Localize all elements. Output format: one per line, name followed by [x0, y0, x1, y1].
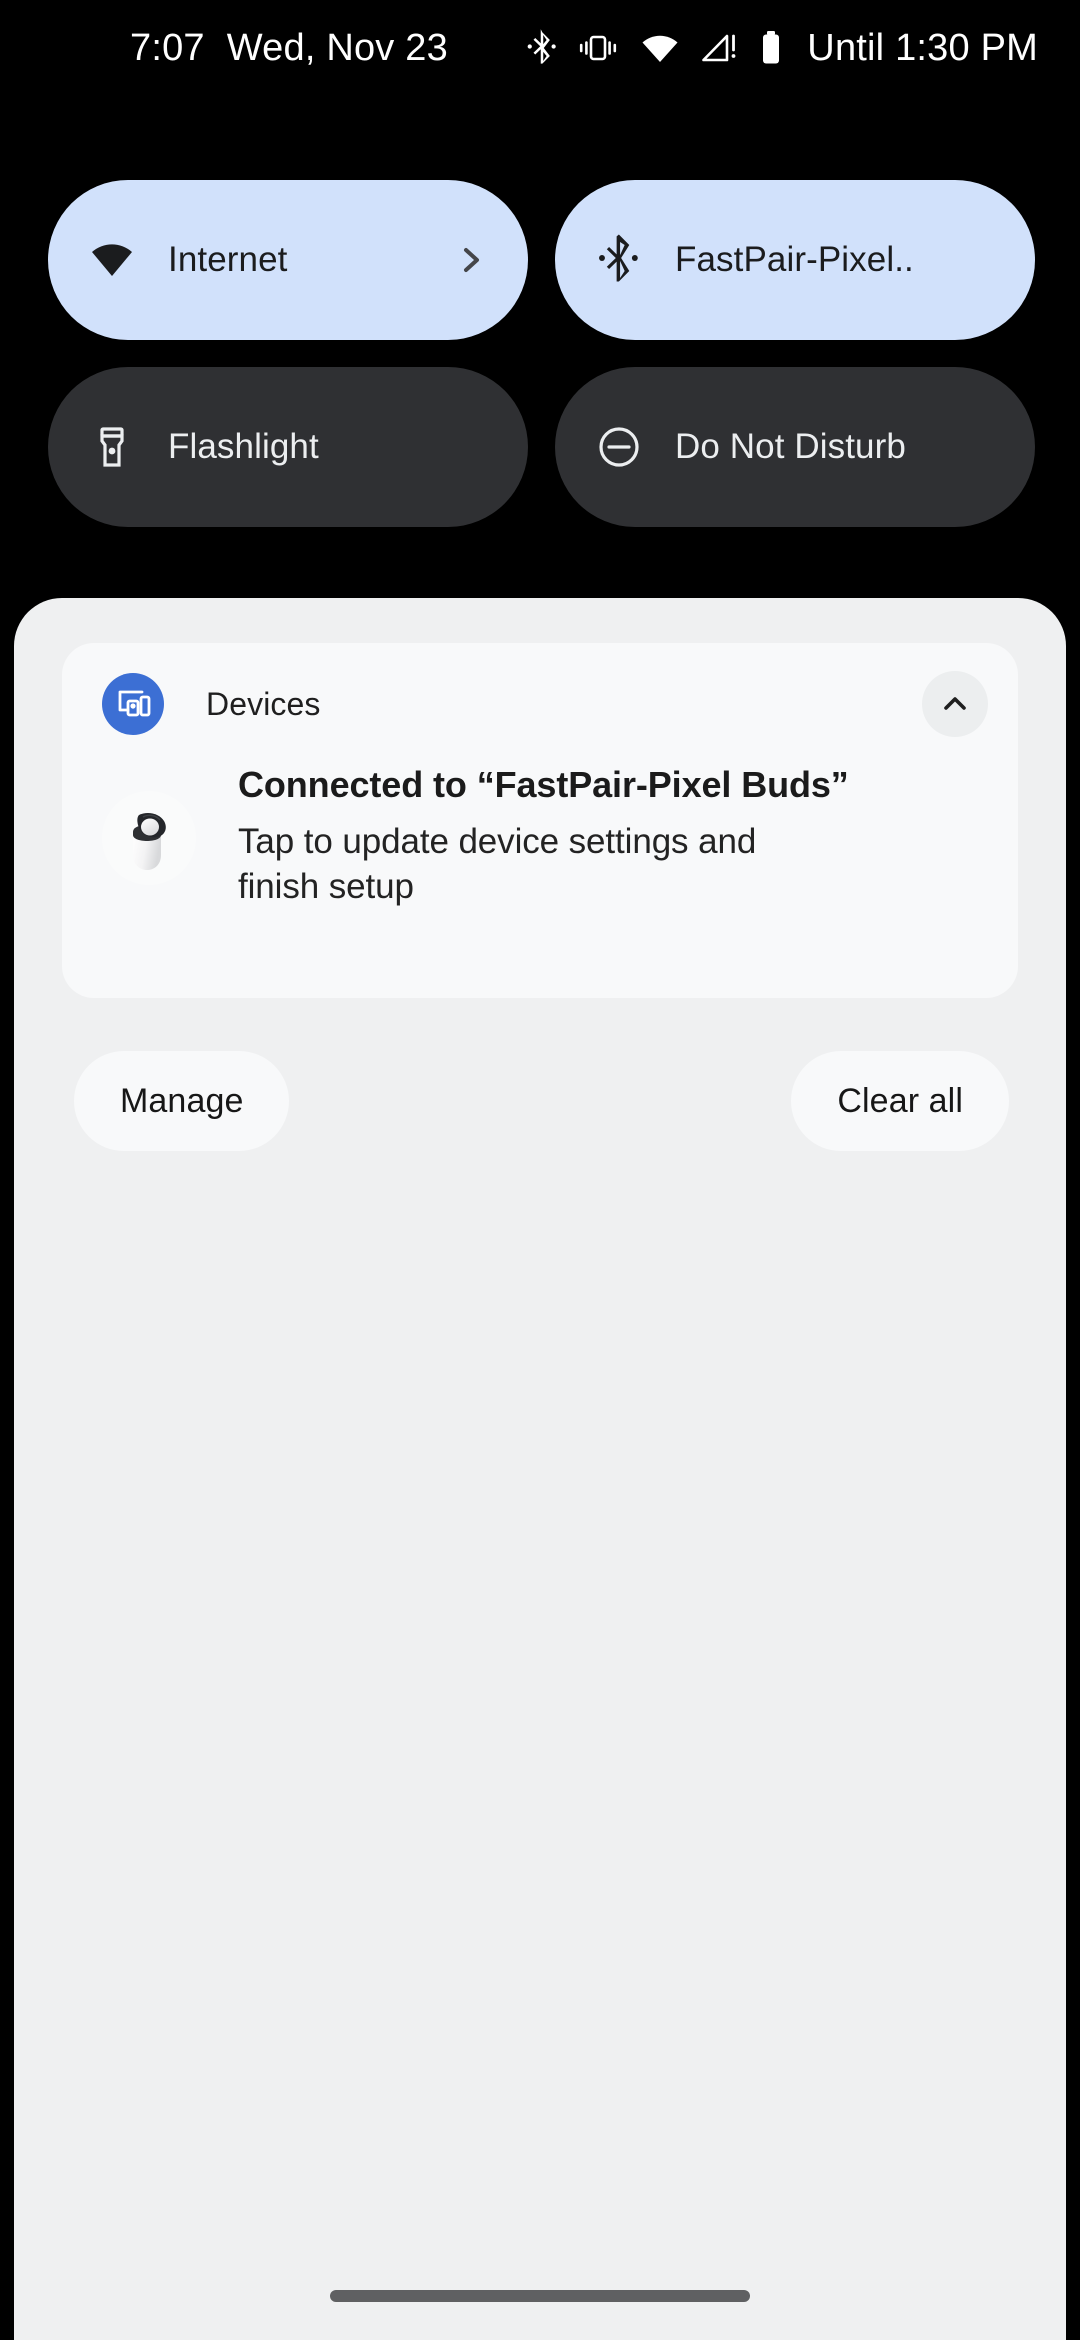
notification-body: Connected to “FastPair-Pixel Buds” Tap t…	[102, 761, 978, 910]
qs-tile-do-not-disturb[interactable]: Do Not Disturb	[555, 367, 1035, 527]
flashlight-icon	[86, 421, 138, 473]
cell-signal-alert-icon	[701, 32, 739, 64]
qs-tile-bluetooth[interactable]: FastPair-Pixel..	[555, 180, 1035, 340]
notification-card-devices[interactable]: Devices Connected to “FastPair-Pixel Bud…	[62, 643, 1018, 998]
pixel-buds-case-image	[102, 791, 196, 885]
phone-screen: 7:07 Wed, Nov 23 Until 1:30 PM Internet …	[0, 0, 1080, 2340]
manage-button[interactable]: Manage	[74, 1051, 290, 1151]
notification-text-block: Connected to “FastPair-Pixel Buds” Tap t…	[238, 761, 849, 910]
qs-tile-label: Flashlight	[168, 427, 319, 466]
notification-text-line-2: finish setup	[238, 866, 414, 906]
dnd-until-text: Until 1:30 PM	[807, 26, 1038, 69]
notification-app-name: Devices	[206, 685, 321, 722]
wifi-icon	[639, 32, 681, 64]
wifi-icon	[86, 234, 138, 286]
qs-tile-flashlight[interactable]: Flashlight	[48, 367, 528, 527]
qs-tile-internet[interactable]: Internet	[48, 180, 528, 340]
status-bar-left: 7:07 Wed, Nov 23	[130, 27, 448, 70]
battery-icon	[759, 30, 783, 66]
devices-icon	[102, 673, 164, 735]
gesture-navigation-handle[interactable]	[330, 2290, 750, 2302]
chevron-right-icon[interactable]	[456, 245, 486, 275]
notification-title: Connected to “FastPair-Pixel Buds”	[238, 764, 849, 805]
do-not-disturb-icon	[593, 421, 645, 473]
status-bar: 7:07 Wed, Nov 23 Until 1:30 PM	[0, 0, 1080, 96]
status-bar-clock: 7:07	[130, 26, 205, 69]
notification-header: Devices	[102, 671, 988, 737]
chevron-up-icon[interactable]	[922, 671, 988, 737]
notification-text-line-1: Tap to update device settings and	[238, 822, 757, 862]
status-bar-date: Wed, Nov 23	[226, 26, 448, 69]
bluetooth-icon	[593, 234, 645, 286]
quick-settings-tiles: Internet FastPair-Pixel.. Flashlight Do …	[48, 180, 1035, 527]
notification-text: Tap to update device settings and finish…	[238, 820, 838, 910]
status-bar-right: Until 1:30 PM	[527, 0, 1038, 96]
bluetooth-icon	[527, 28, 557, 68]
qs-tile-label: FastPair-Pixel..	[675, 240, 914, 279]
qs-tile-label: Do Not Disturb	[675, 427, 906, 466]
vibrate-icon	[577, 32, 619, 64]
clear-all-button[interactable]: Clear all	[791, 1051, 1009, 1151]
qs-tile-label: Internet	[168, 240, 288, 279]
notification-shade-panel: Devices Connected to “FastPair-Pixel Bud…	[14, 598, 1066, 2340]
shade-action-buttons: Manage Clear all	[74, 1051, 1009, 1151]
